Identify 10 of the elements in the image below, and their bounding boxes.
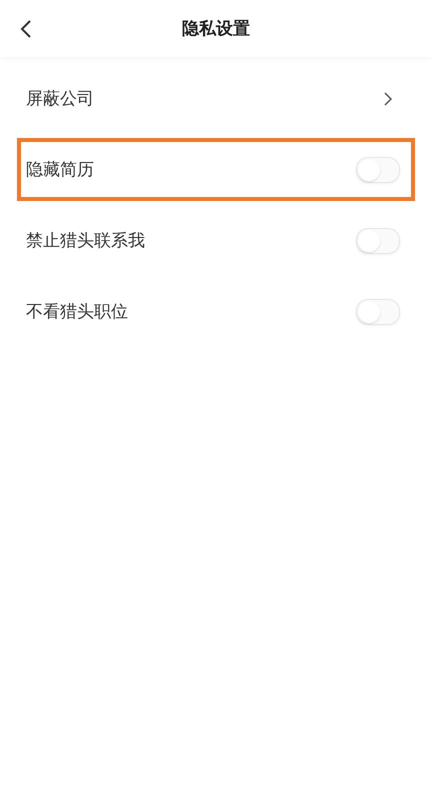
- toggle-switch[interactable]: [356, 156, 400, 182]
- setting-label: 隐藏简历: [26, 159, 94, 181]
- setting-label: 禁止猎头联系我: [26, 230, 145, 252]
- toggle-switch[interactable]: [356, 298, 400, 324]
- page-title: 隐私设置: [182, 18, 250, 40]
- setting-label: 不看猎头职位: [26, 301, 128, 323]
- chevron-right-icon[interactable]: [384, 92, 392, 106]
- setting-label: 屏蔽公司: [26, 88, 94, 110]
- back-chevron-icon: [20, 19, 32, 39]
- toggle-switch[interactable]: [356, 228, 400, 254]
